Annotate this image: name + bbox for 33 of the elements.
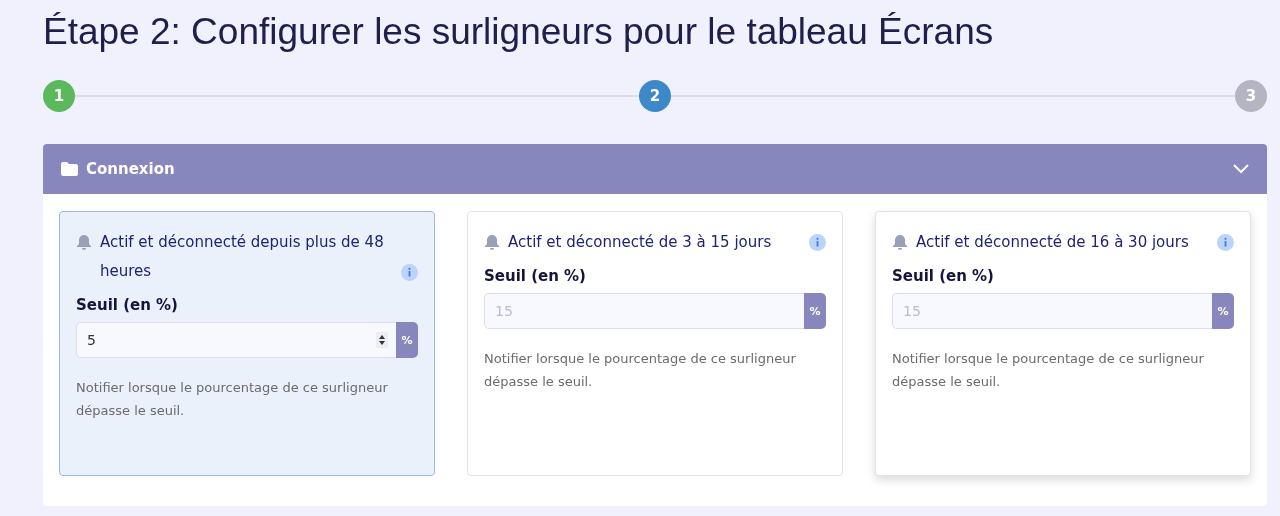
threshold-input[interactable]: 5 xyxy=(85,331,376,349)
card-title: Actif et déconnecté depuis plus de 48 heures xyxy=(100,232,385,282)
unit-label: % xyxy=(804,293,826,329)
card-title: Actif et déconnecté de 16 à 30 jours xyxy=(916,232,1190,253)
spinner-icon[interactable] xyxy=(376,332,388,348)
card-title: Actif et déconnecté de 3 à 15 jours xyxy=(508,232,773,253)
bell-icon xyxy=(484,234,500,251)
folder-icon xyxy=(61,162,78,176)
section-title: Connexion xyxy=(86,160,176,178)
field-label: Seuil (en %) xyxy=(484,267,587,285)
info-icon[interactable] xyxy=(401,264,418,281)
help-text: Notifier lorsque le pourcentage de ce surligneur dépasse le seuil. xyxy=(892,350,1205,391)
highlighter-card[interactable]: Actif et déconnecté depuis plus de 48 heures Seuil (en %) 5 % Notifier lorsque le pourcentage de ce surligneur dépasse le seuil. xyxy=(59,211,435,476)
unit-label: % xyxy=(1212,293,1234,329)
unit-label: % xyxy=(396,322,418,358)
threshold-input[interactable]: 15 xyxy=(493,302,796,320)
step-indicator[interactable]: 2 xyxy=(639,80,671,112)
bell-icon xyxy=(76,234,92,251)
highlighter-card[interactable]: Actif et déconnecté de 16 à 30 jours Seuil (en %) 15 % Notifier lorsque le pourcentage de ce surligneur dépasse le seuil. xyxy=(875,211,1251,476)
field-label: Seuil (en %) xyxy=(892,267,995,285)
info-icon[interactable] xyxy=(1217,234,1234,251)
chevron-icon[interactable] xyxy=(1233,164,1249,174)
page-title: Étape 2: Configurer les surligneurs pour le tableau Écrans xyxy=(43,10,995,54)
threshold-field[interactable]: 15 xyxy=(892,293,1212,329)
field-label: Seuil (en %) xyxy=(76,296,179,314)
threshold-input[interactable]: 15 xyxy=(901,302,1204,320)
bell-icon xyxy=(892,234,908,251)
highlighter-card[interactable]: Actif et déconnecté de 3 à 15 jours Seuil (en %) 15 % Notifier lorsque le pourcentage de ce surligneur dépasse le seuil. xyxy=(467,211,843,476)
threshold-field[interactable]: 15 xyxy=(484,293,804,329)
info-icon[interactable] xyxy=(809,234,826,251)
help-text: Notifier lorsque le pourcentage de ce surligneur dépasse le seuil. xyxy=(76,379,389,420)
help-text: Notifier lorsque le pourcentage de ce surligneur dépasse le seuil. xyxy=(484,350,797,391)
threshold-field[interactable]: 5 xyxy=(76,322,396,358)
